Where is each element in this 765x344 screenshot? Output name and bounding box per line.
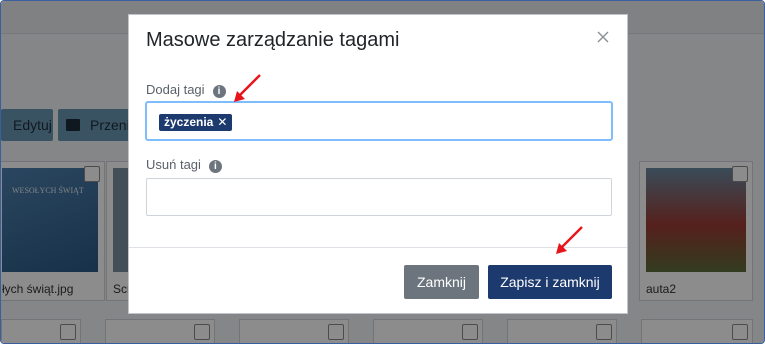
- info-icon[interactable]: i: [208, 160, 222, 173]
- save-and-close-button[interactable]: Zapisz i zamknij: [488, 265, 612, 299]
- remove-tags-input[interactable]: [146, 178, 612, 216]
- dialog-footer-divider: [129, 247, 627, 248]
- close-icon[interactable]: [595, 29, 611, 45]
- add-tags-label: Dodaj tagi: [146, 82, 205, 97]
- remove-tag-icon[interactable]: ✕: [217, 115, 227, 129]
- remove-tags-label-row: Usuń tagi i: [146, 157, 222, 173]
- bulk-tag-dialog: Masowe zarządzanie tagami Dodaj tagi i ży…: [128, 14, 628, 314]
- add-tags-label-row: Dodaj tagi i: [146, 82, 226, 98]
- dialog-title: Masowe zarządzanie tagami: [146, 29, 400, 51]
- tag-chip-label: życzenia: [164, 115, 214, 129]
- tag-chip: życzenia ✕: [159, 114, 233, 131]
- info-icon[interactable]: i: [212, 85, 226, 98]
- remove-tags-label: Usuń tagi: [146, 157, 201, 172]
- add-tags-input[interactable]: życzenia ✕: [146, 102, 612, 140]
- close-button[interactable]: Zamknij: [404, 265, 479, 299]
- screenshot-frame: Edytuj Przeni WESOŁYCH ŚWIĄT łych świąt.…: [0, 0, 765, 344]
